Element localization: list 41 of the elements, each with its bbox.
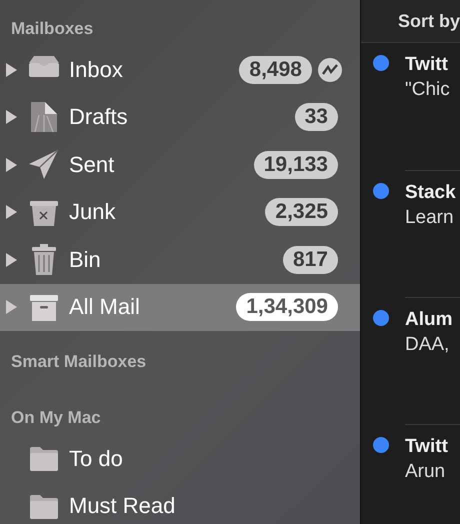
mailbox-label: Drafts (69, 104, 129, 130)
mailbox-item[interactable]: Bin 817 (0, 236, 360, 284)
mailbox-label: Must Read (69, 493, 176, 520)
message-sender[interactable]: Twitt (404, 434, 448, 459)
mailbox-item[interactable]: Must Read (0, 482, 360, 524)
mailbox-label: Inbox (69, 56, 124, 83)
message-preview: Learn (404, 206, 455, 230)
count-badge: 2,325 (265, 198, 338, 226)
mailbox-item[interactable]: Sent 19,133 (0, 141, 360, 188)
message-sender[interactable]: Twitt (404, 52, 450, 77)
section-header: Smart Mailboxes (10, 351, 148, 373)
count-badge: 817 (282, 246, 338, 274)
disclosure-triangle-icon[interactable] (6, 110, 17, 124)
mailbox-label: Junk (69, 199, 116, 226)
message-preview: "Chic (404, 78, 450, 102)
disclosure-triangle-icon[interactable] (6, 62, 17, 77)
count-badge: 33 (294, 103, 338, 132)
mailbox-label: Sent (69, 152, 116, 178)
paper-plane-icon (27, 148, 61, 182)
disclosure-triangle-icon[interactable] (6, 158, 17, 172)
section-header: Mailboxes (10, 18, 94, 40)
count-badge: 8,498 (239, 56, 312, 84)
mailbox-label: Bin (69, 246, 102, 273)
mailbox-item[interactable]: To do (0, 435, 360, 482)
sort-button[interactable]: Sort by (360, 0, 460, 43)
disclosure-triangle-icon[interactable] (6, 300, 17, 314)
count-badge: 1,34,309 (236, 293, 338, 322)
mailbox-item[interactable]: Junk 2,325 (0, 188, 360, 236)
message-preview: DAA, (404, 333, 450, 357)
mailbox-item[interactable]: Drafts 33 (0, 94, 360, 141)
disclosure-triangle-icon[interactable] (6, 252, 17, 267)
message-sender[interactable]: Alum (404, 307, 452, 332)
count-badge: 19,133 (254, 150, 338, 179)
disclosure-triangle-icon[interactable] (6, 205, 17, 220)
message-sender[interactable]: Stack (404, 180, 456, 205)
mailbox-item[interactable]: Inbox 8,498 (0, 46, 360, 94)
section-header: On My Mac (10, 407, 102, 429)
message-preview: Arun (404, 460, 446, 484)
mailbox-label: To do (69, 446, 124, 472)
mailbox-item[interactable]: All Mail 1,34,309 (0, 284, 360, 331)
mailbox-label: All Mail (69, 294, 141, 320)
